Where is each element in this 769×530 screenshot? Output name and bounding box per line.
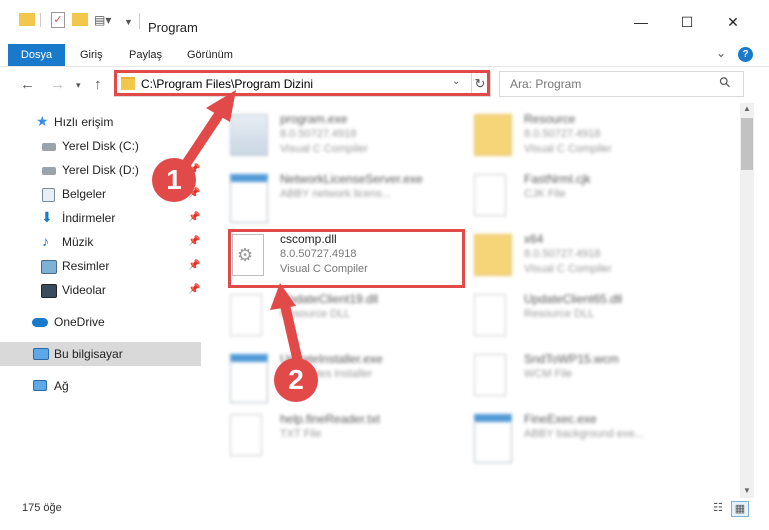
annotation-badge-2: 2 bbox=[274, 358, 318, 402]
arrow-2-head bbox=[270, 283, 296, 310]
arrow-2-shaft bbox=[280, 300, 303, 367]
annotation-badge-1: 1 bbox=[152, 158, 196, 202]
annotation-arrows bbox=[177, 90, 303, 367]
arrow-1-shaft bbox=[177, 105, 227, 175]
